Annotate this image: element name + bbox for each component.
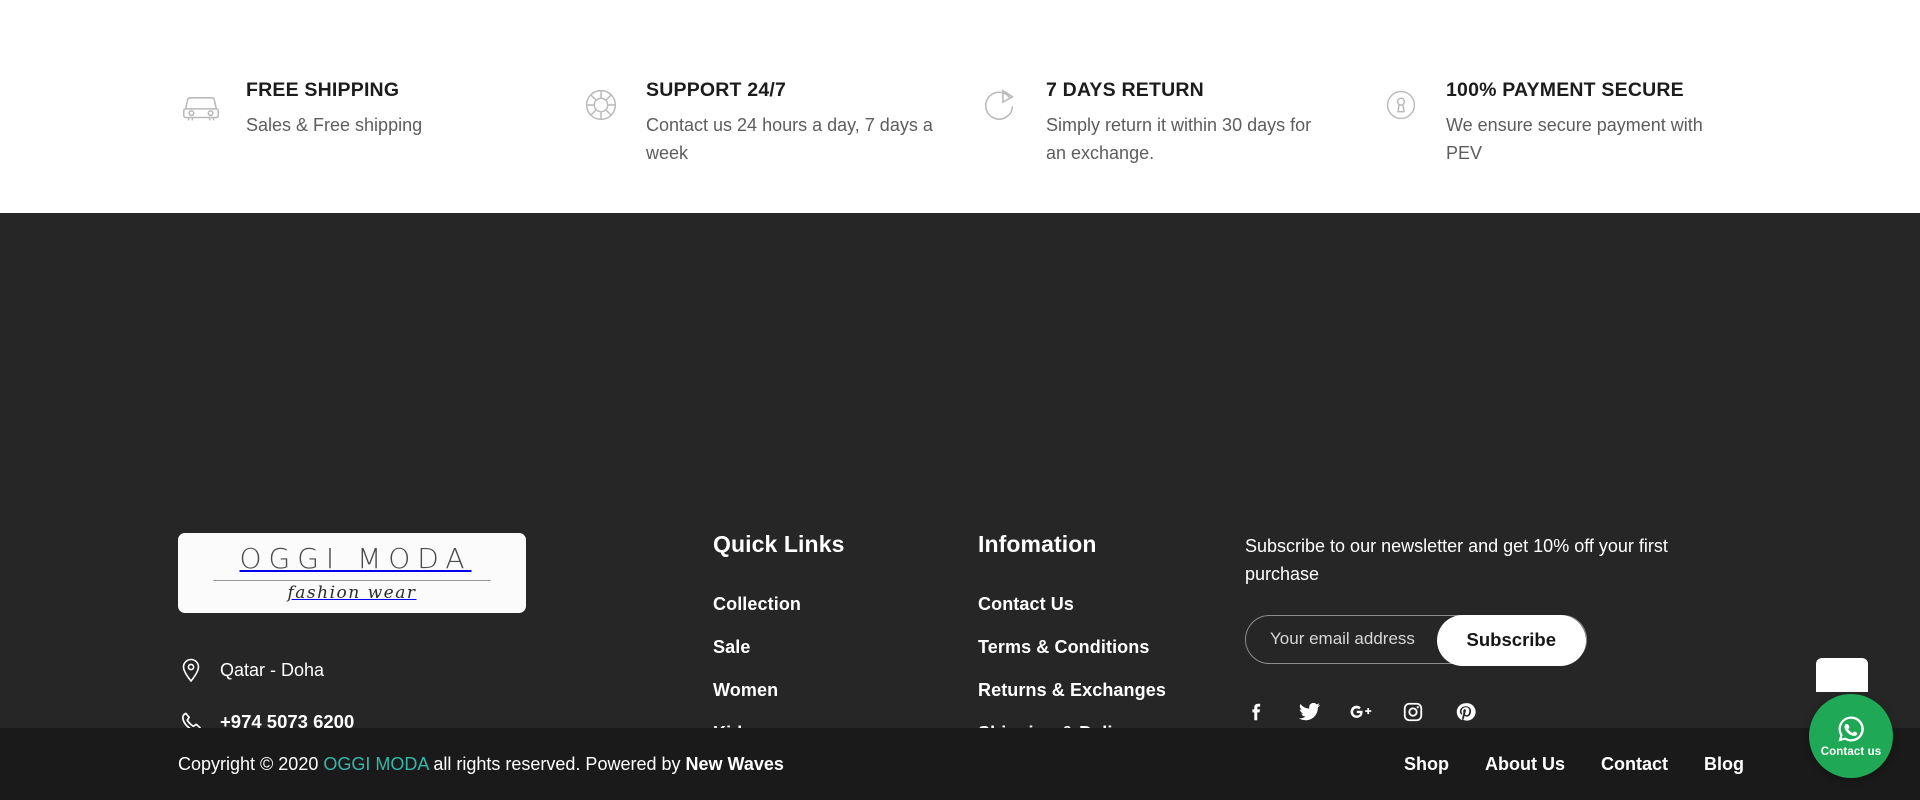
copyright-brand: OGGI MODA [323, 753, 429, 774]
logo-tagline: fashion wear [287, 582, 417, 603]
feature-title: 7 DAYS RETURN [1046, 79, 1204, 101]
features-strip: FREE SHIPPING Sales & Free shipping SUPP… [0, 0, 1920, 213]
bottom-nav-contact[interactable]: Contact [1601, 754, 1668, 775]
subscribe-button[interactable]: Subscribe [1436, 614, 1586, 666]
quick-link-women[interactable]: Women [713, 680, 844, 701]
whatsapp-contact-button[interactable]: Contact us [1809, 694, 1893, 778]
feature-free-shipping: FREE SHIPPING Sales & Free shipping [178, 0, 578, 140]
google-plus-icon[interactable] [1349, 700, 1373, 724]
return-arrow-icon [978, 82, 1024, 128]
feature-title: SUPPORT 24/7 [646, 79, 787, 101]
bottom-nav-blog[interactable]: Blog [1704, 754, 1744, 775]
bottom-nav-shop[interactable]: Shop [1404, 754, 1449, 775]
bottom-nav: Shop About Us Contact Blog [1404, 754, 1744, 775]
social-links [1245, 700, 1705, 724]
quick-link-sale[interactable]: Sale [713, 637, 844, 658]
pinterest-icon[interactable] [1453, 700, 1477, 724]
contact-address-row: Qatar - Doha [180, 658, 421, 682]
feature-payment-secure: 100% PAYMENT SECURE We ensure secure pay… [1378, 0, 1798, 168]
feature-description: Contact us 24 hours a day, 7 days a week [646, 115, 933, 164]
feature-support: SUPPORT 24/7 Contact us 24 hours a day, … [578, 0, 978, 168]
quick-link-collection[interactable]: Collection [713, 594, 844, 615]
site-logo[interactable]: OGGI MODA fashion wear [178, 533, 526, 613]
lock-keyhole-icon [1378, 82, 1424, 128]
info-link-terms-conditions[interactable]: Terms & Conditions [978, 637, 1166, 658]
contact-address-text: Qatar - Doha [220, 659, 325, 680]
whatsapp-icon [1838, 716, 1864, 742]
info-link-returns-exchanges[interactable]: Returns & Exchanges [978, 680, 1166, 701]
copyright-powered-by: New Waves [685, 753, 784, 774]
quick-links-title: Quick Links [713, 531, 845, 557]
newsletter-form: Subscribe [1245, 614, 1587, 666]
facebook-icon[interactable] [1245, 700, 1269, 724]
feature-description: Simply return it within 30 days for an e… [1046, 115, 1312, 164]
whatsapp-label: Contact us [1820, 746, 1882, 758]
info-link-contact-us[interactable]: Contact Us [978, 594, 1166, 615]
twitter-icon[interactable] [1297, 700, 1321, 724]
newsletter-section: Subscribe to our newsletter and get 10% … [1245, 533, 1705, 724]
feature-description: Sales & Free shipping [246, 115, 423, 136]
feature-title: 100% PAYMENT SECURE [1446, 79, 1684, 101]
copyright-prefix: Copyright © 2020 [178, 753, 324, 774]
car-icon [178, 82, 224, 128]
lifebuoy-icon [578, 82, 624, 128]
location-pin-icon [180, 658, 202, 682]
copyright-bar: Copyright © 2020 OGGI MODA all rights re… [0, 728, 1920, 800]
footer-main: OGGI MODA fashion wear Qatar - Doha +974… [0, 213, 1920, 786]
newsletter-email-input[interactable] [1246, 615, 1446, 663]
logo-divider [213, 579, 491, 581]
instagram-icon[interactable] [1401, 700, 1425, 724]
copyright-middle: all rights reserved. Powered by [428, 753, 686, 774]
footer-page: FREE SHIPPING Sales & Free shipping SUPP… [0, 0, 1920, 800]
information-title: Infomation [978, 531, 1097, 557]
copyright-text: Copyright © 2020 OGGI MODA all rights re… [178, 754, 784, 775]
feature-days-return: 7 DAYS RETURN Simply return it within 30… [978, 0, 1378, 168]
feature-title: FREE SHIPPING [246, 79, 400, 101]
logo-wordmark: OGGI MODA [239, 541, 472, 575]
whatsapp-tab-background [1816, 658, 1868, 692]
newsletter-description: Subscribe to our newsletter and get 10% … [1245, 536, 1668, 584]
feature-description: We ensure secure payment with PEV [1446, 115, 1703, 164]
bottom-nav-about-us[interactable]: About Us [1485, 754, 1565, 775]
